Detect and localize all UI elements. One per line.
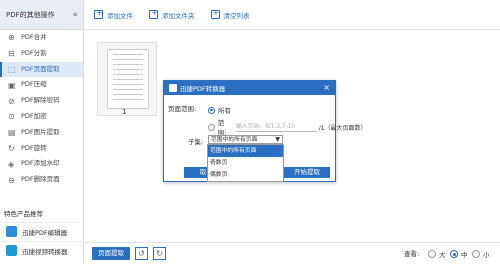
- subset-label-text: 子集:: [188, 138, 204, 146]
- product-label: 迅捷PDF编辑器: [22, 228, 68, 237]
- pdf-editor-logo-icon: [6, 226, 17, 237]
- subset-value: 范围中的所有页面: [211, 137, 258, 143]
- page-number: 1: [122, 108, 127, 116]
- range-input[interactable]: 输入页码，如1,3,7-10: [235, 123, 317, 132]
- sidebar: PDF的其他操作 « ⊕ PDF合并 ⊟ PDF分割 ⬚ PDF页面提取 ▣ PDF压缩 ⊘ PD…: [0, 0, 84, 264]
- sidebar-item[interactable]: ▤ PDF图片提取: [0, 125, 83, 141]
- sidebar-item-label: PDF页面提取: [21, 64, 60, 73]
- sidebar-item-label: PDF删除页面: [21, 175, 60, 184]
- radio-label: 大: [439, 251, 446, 259]
- sidebar-item[interactable]: ⬚ PDF页面提取: [0, 61, 83, 78]
- product-video-converter[interactable]: 迅捷视频转换器: [0, 241, 84, 259]
- product-pdf-editor[interactable]: 迅捷PDF编辑器: [0, 222, 84, 240]
- start-extract-button[interactable]: 开始提取: [284, 167, 330, 178]
- add-file-button[interactable]: 添加文件: [94, 8, 133, 20]
- dialog-title: 迅捷PDF转换器: [180, 85, 226, 93]
- add-file-icon: [94, 8, 103, 19]
- sidebar-item-label: PDF添加水印: [21, 159, 60, 168]
- view-small-radio[interactable]: 小: [472, 249, 490, 259]
- sidebar-title: PDF的其他操作: [6, 11, 55, 19]
- page-preview: [107, 49, 149, 109]
- product-label: 迅捷视频转换器: [22, 247, 68, 256]
- clear-list-label: 清空列表: [223, 11, 250, 20]
- view-label: 查看:: [404, 250, 420, 258]
- rotate-right-icon[interactable]: ↻: [153, 247, 166, 260]
- range-total: /1（最大页面数）: [318, 124, 367, 132]
- close-icon[interactable]: ×: [323, 83, 330, 92]
- dropdown-option[interactable]: 奇数页: [208, 157, 283, 169]
- sidebar-item-label: PDF压缩: [21, 80, 47, 89]
- sidebar-menu: ⊕ PDF合并 ⊟ PDF分割 ⬚ PDF页面提取 ▣ PDF压缩 ⊘ PDF解除密码 ⊙ PDF加密…: [0, 30, 83, 188]
- page-range-label: 页面范围:: [168, 103, 196, 113]
- rotate-icon: ↻: [8, 143, 15, 153]
- radio-icon: [428, 250, 436, 258]
- view-medium-radio[interactable]: 中: [450, 249, 468, 259]
- radio-icon: [208, 106, 215, 114]
- clear-list-button[interactable]: 清空列表: [210, 8, 250, 20]
- add-folder-label: 添加文件夹: [162, 11, 195, 20]
- lock-icon: ⊙: [8, 112, 15, 122]
- sidebar-header: PDF的其他操作 «: [0, 0, 83, 30]
- rotate-left-icon[interactable]: ↺: [135, 247, 148, 260]
- toolbar: 添加文件 添加文件夹 清空列表: [84, 0, 500, 30]
- view-large-radio[interactable]: 大: [428, 249, 446, 259]
- collapse-icon[interactable]: «: [72, 0, 78, 30]
- sidebar-item[interactable]: ◈ PDF添加水印: [0, 156, 83, 172]
- watermark-icon: ◈: [8, 159, 15, 169]
- sidebar-item-label: PDF加密: [21, 111, 47, 120]
- sidebar-item[interactable]: ⊟ PDF分割: [0, 46, 83, 62]
- all-pages-radio[interactable]: 所有: [208, 105, 231, 115]
- dropdown-option[interactable]: 偶数页: [208, 169, 283, 181]
- range-option-label: 范围:: [217, 119, 227, 137]
- sidebar-item[interactable]: ⊙ PDF加密: [0, 109, 83, 125]
- all-label: 所有: [218, 107, 231, 115]
- sidebar-item[interactable]: ▣ PDF压缩: [0, 77, 83, 93]
- chevron-down-icon: ▼: [275, 136, 280, 143]
- sidebar-item-label: PDF合并: [21, 33, 47, 41]
- radio-label: 小: [483, 251, 490, 259]
- extract-icon: ⬚: [8, 64, 16, 74]
- compress-icon: ▣: [8, 80, 16, 90]
- sidebar-item-label: PDF解除密码: [21, 96, 60, 105]
- split-icon: ⊟: [8, 49, 15, 59]
- app-logo-icon: [169, 84, 177, 92]
- subset-select[interactable]: 范围中的所有页面 ▼: [208, 135, 283, 144]
- clear-list-icon: [210, 8, 220, 19]
- delete-page-icon: ⊖: [8, 175, 15, 185]
- sidebar-item-label: PDF分割: [21, 48, 47, 57]
- extract-pages-button[interactable]: 页面提取: [92, 247, 130, 260]
- add-folder-button[interactable]: 添加文件夹: [149, 8, 195, 20]
- radio-label: 中: [461, 251, 468, 259]
- dropdown-option[interactable]: 范围中的所有页面: [208, 145, 283, 157]
- add-folder-icon: [149, 8, 158, 19]
- merge-icon: ⊕: [8, 33, 15, 43]
- dialog-header: 迅捷PDF转换器 ×: [164, 81, 335, 95]
- sidebar-item-label: PDF旋转: [21, 143, 47, 152]
- image-extract-icon: ▤: [8, 128, 16, 138]
- sidebar-item[interactable]: ⊕ PDF合并: [0, 30, 83, 46]
- sidebar-item[interactable]: ↻ PDF旋转: [0, 141, 83, 157]
- add-file-label: 添加文件: [107, 11, 133, 20]
- sidebar-item[interactable]: ⊖ PDF删除页面: [0, 172, 83, 188]
- range-radio[interactable]: 范围: 输入页码，如1,3,7-10 /1（最大页面数）: [208, 117, 367, 137]
- video-converter-logo-icon: [6, 245, 17, 256]
- radio-icon: [472, 250, 480, 258]
- radio-icon: [208, 123, 215, 131]
- unlock-icon: ⊘: [8, 96, 15, 106]
- sidebar-item[interactable]: ⊘ PDF解除密码: [0, 93, 83, 109]
- sidebar-item-label: PDF图片提取: [21, 127, 60, 136]
- bottom-bar: 页面提取 ↺ ↻ 查看: 大 中 小: [84, 242, 500, 264]
- radio-icon: [450, 250, 458, 258]
- featured-products-title: 特色产品推荐: [4, 210, 43, 218]
- subset-label: 子集:: [188, 136, 203, 146]
- range-label-text: 页面范围:: [168, 105, 197, 113]
- pdf-thumbnail[interactable]: [97, 42, 157, 116]
- subset-dropdown: 范围中的所有页面 奇数页 偶数页: [207, 144, 284, 182]
